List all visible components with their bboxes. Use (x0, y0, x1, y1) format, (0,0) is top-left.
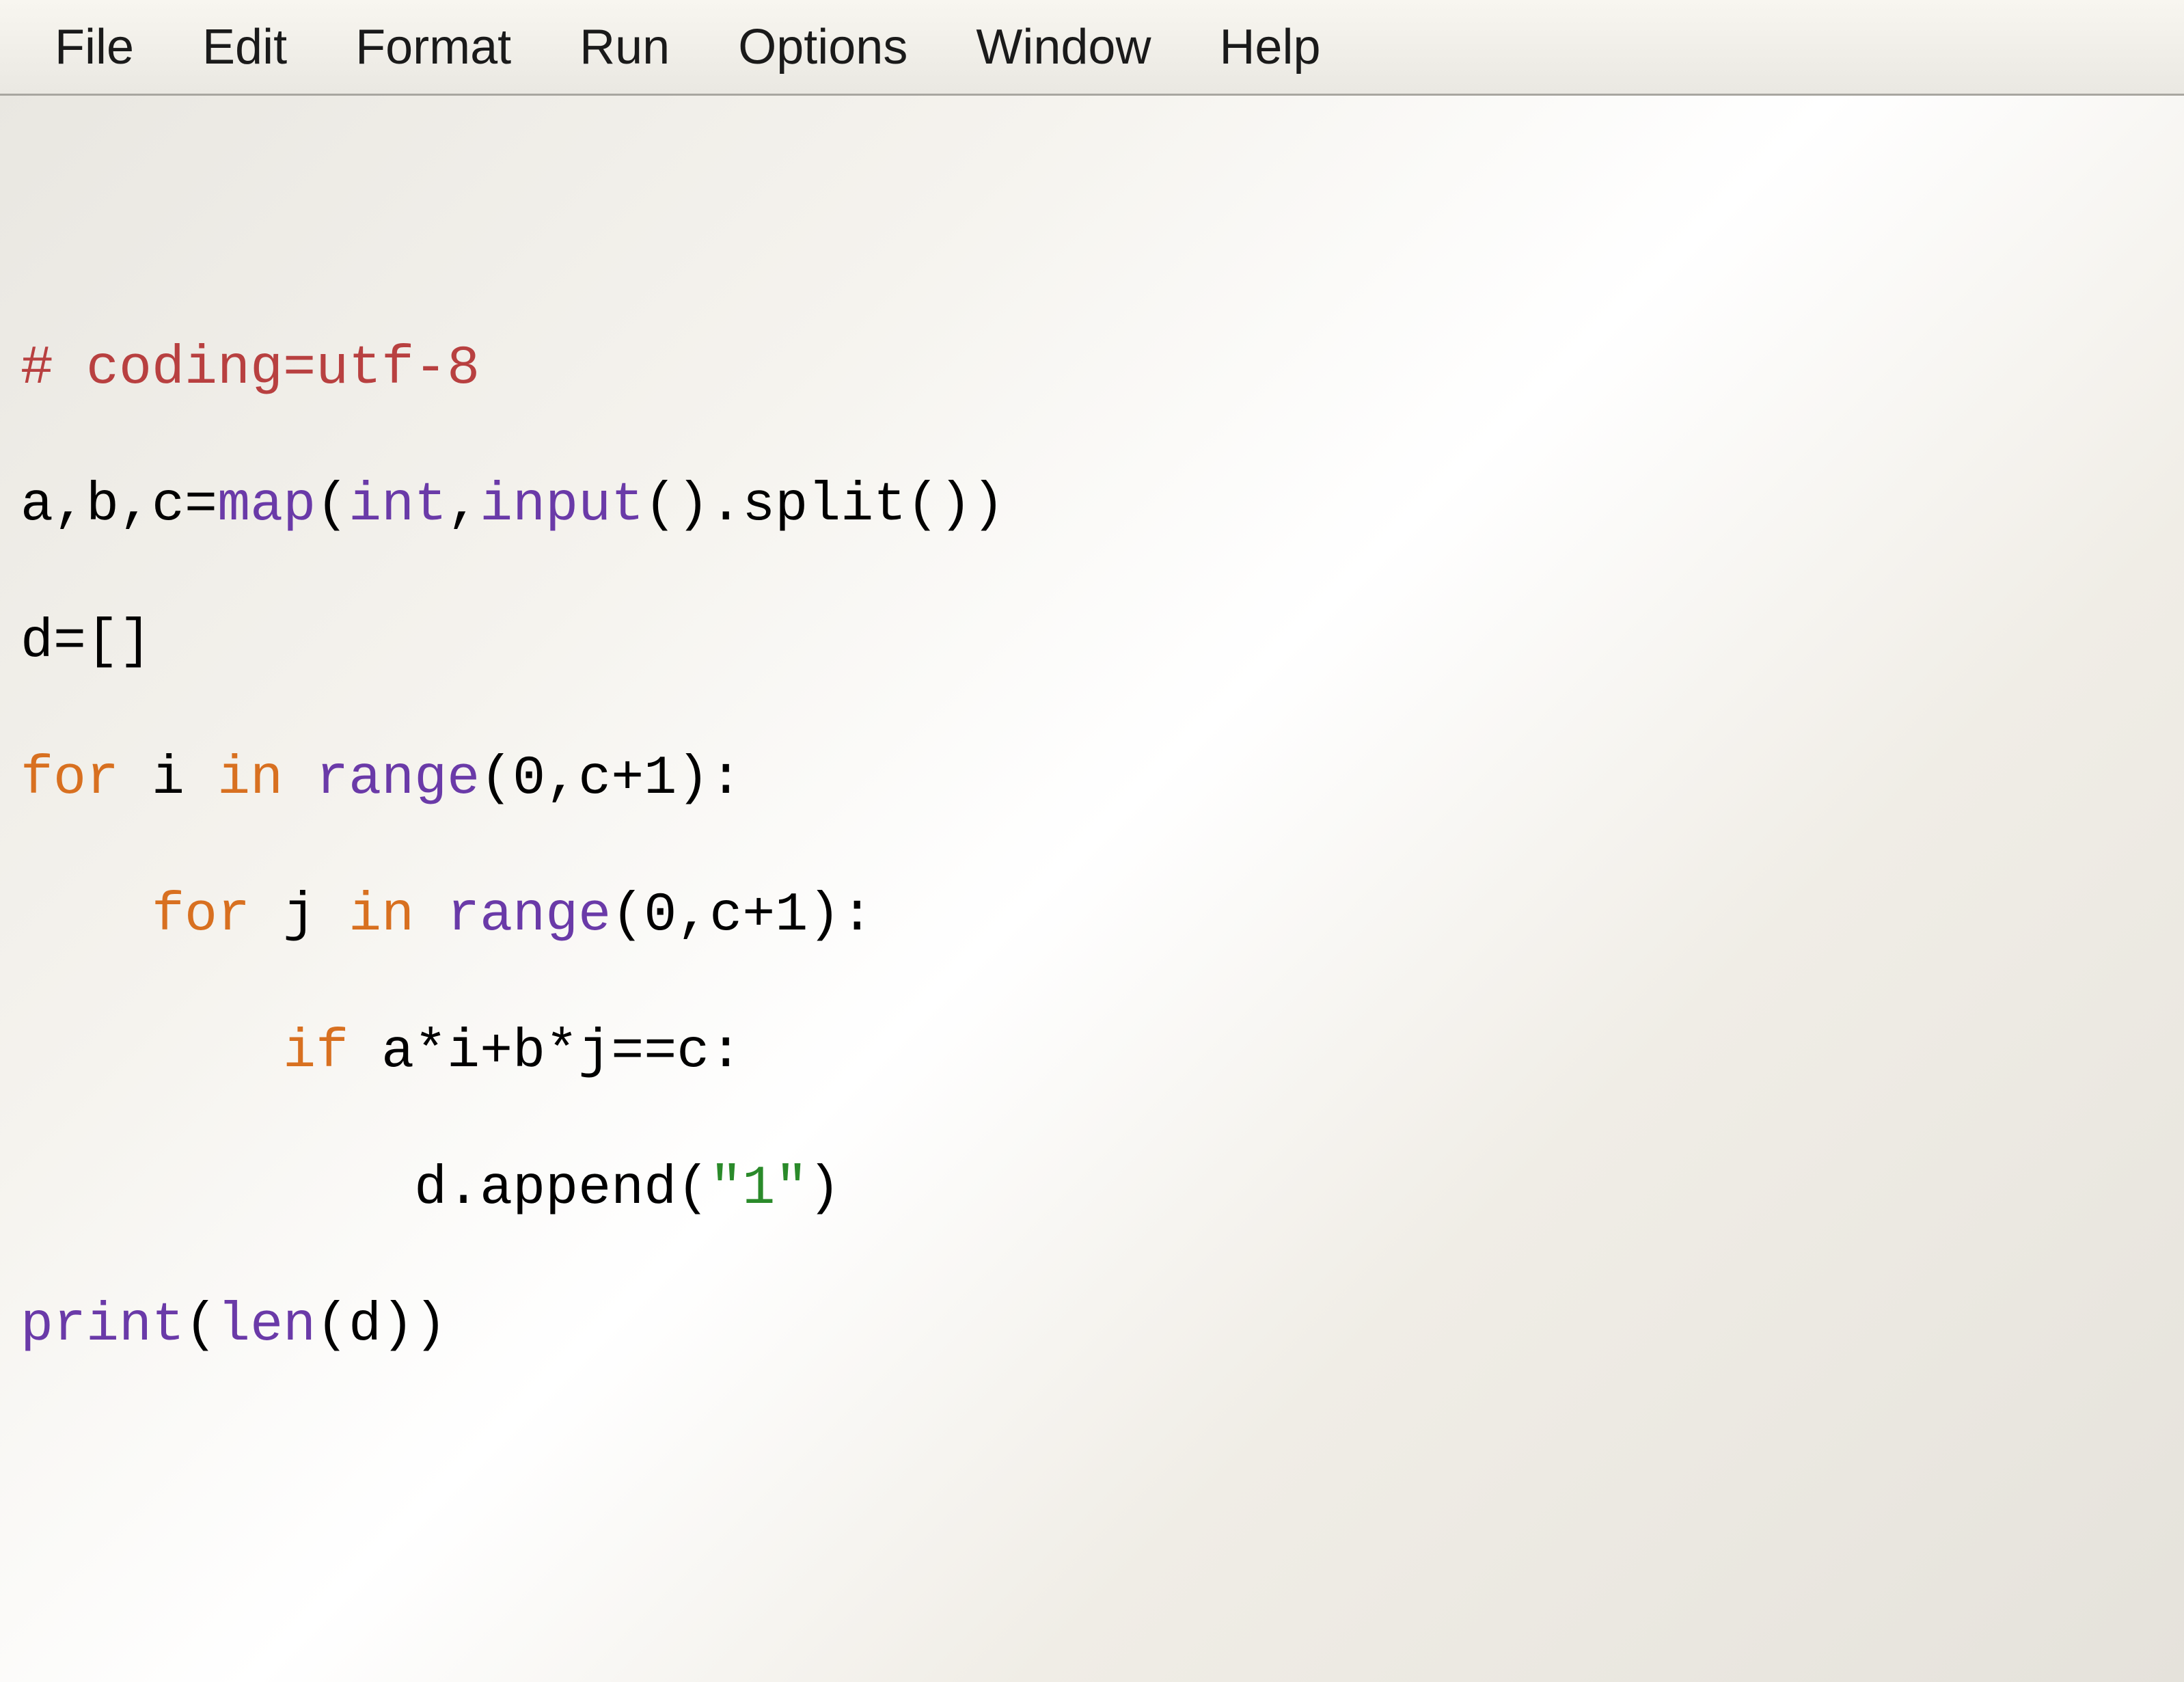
menu-file[interactable]: File (21, 5, 168, 89)
in-token: in (349, 884, 414, 947)
input-token: input (480, 474, 644, 537)
menu-help[interactable]: Help (1185, 5, 1354, 89)
code-editor[interactable]: # coding=utf-8 a,b,c=map(int,input().spl… (0, 96, 2184, 1428)
paren-token: )) (381, 1294, 447, 1357)
code-line-2: a,b,c=map(int,input().split()) (21, 472, 2184, 540)
paren-token: ): (677, 748, 742, 810)
space-token (349, 1021, 381, 1083)
a-token: a (381, 1021, 414, 1083)
code-line-3: d=[] (21, 608, 2184, 677)
range-token: range (447, 884, 611, 947)
print-token: print (21, 1294, 185, 1357)
c-token: c (677, 1021, 709, 1083)
paren-token: ( (677, 1158, 709, 1220)
code-line-4: for i in range(0,c+1): (21, 745, 2184, 813)
paren-token: (). (644, 474, 742, 537)
d-token: d (414, 1158, 447, 1220)
space-token (414, 884, 447, 947)
append-token: append (480, 1158, 677, 1220)
in-token: in (217, 748, 283, 810)
menu-run[interactable]: Run (545, 5, 704, 89)
menu-format[interactable]: Format (321, 5, 545, 89)
star-token: * (414, 1021, 447, 1083)
code-line-8: print(len(d)) (21, 1292, 2184, 1360)
for-token: for (21, 748, 119, 810)
comma-token: , (545, 748, 578, 810)
num-token: 1 (644, 748, 677, 810)
plus-token: + (742, 884, 775, 947)
paren-token: ) (808, 1158, 841, 1220)
map-token: map (217, 474, 316, 537)
j-token: j (578, 1021, 611, 1083)
space-token (250, 884, 283, 947)
num-token: 1 (775, 884, 808, 947)
paren-token: ( (316, 474, 349, 537)
b-token: b (513, 1021, 545, 1083)
code-line-5: for j in range(0,c+1): (21, 882, 2184, 950)
i-token: i (152, 748, 185, 810)
int-token: int (349, 474, 447, 537)
menu-options[interactable]: Options (704, 5, 942, 89)
code-line-7: d.append("1") (21, 1155, 2184, 1223)
comma-token: , (447, 474, 480, 537)
j-token: j (283, 884, 316, 947)
eqeq-token: == (611, 1021, 677, 1083)
split-token: split (742, 474, 906, 537)
dot-token: . (447, 1158, 480, 1220)
menu-window[interactable]: Window (942, 5, 1185, 89)
names-token: a,b,c (21, 474, 185, 537)
comma-token: , (677, 884, 709, 947)
range-token: range (316, 748, 480, 810)
len-token: len (217, 1294, 316, 1357)
space-token (283, 748, 316, 810)
paren-token: ( (480, 748, 513, 810)
paren-token: ): (808, 884, 873, 947)
num-token: 0 (644, 884, 677, 947)
eq-token: = (185, 474, 217, 537)
paren-token: ( (611, 884, 644, 947)
paren-token: ( (316, 1294, 349, 1357)
i-token: i (447, 1021, 480, 1083)
space-token (316, 884, 349, 947)
string-token: "1" (709, 1158, 808, 1220)
colon-token: : (709, 1021, 742, 1083)
plus-token: + (611, 748, 644, 810)
star-token: * (545, 1021, 578, 1083)
space-token (185, 748, 217, 810)
paren-token: ( (185, 1294, 217, 1357)
plus-token: + (480, 1021, 513, 1083)
menubar: File Edit Format Run Options Window Help (0, 0, 2184, 96)
if-token: if (283, 1021, 349, 1083)
menu-edit[interactable]: Edit (168, 5, 321, 89)
eq-token: = (53, 611, 86, 673)
space-token (119, 748, 152, 810)
code-line-1: # coding=utf-8 (21, 335, 2184, 403)
code-line-6: if a*i+b*j==c: (21, 1018, 2184, 1087)
comment-token: # coding=utf-8 (21, 338, 480, 400)
brackets-token: [] (86, 611, 152, 673)
paren-token: ()) (906, 474, 1005, 537)
c-token: c (709, 884, 742, 947)
num-token: 0 (513, 748, 545, 810)
d-token: d (349, 1294, 381, 1357)
for-token: for (152, 884, 250, 947)
d-token: d (21, 611, 53, 673)
c-token: c (578, 748, 611, 810)
